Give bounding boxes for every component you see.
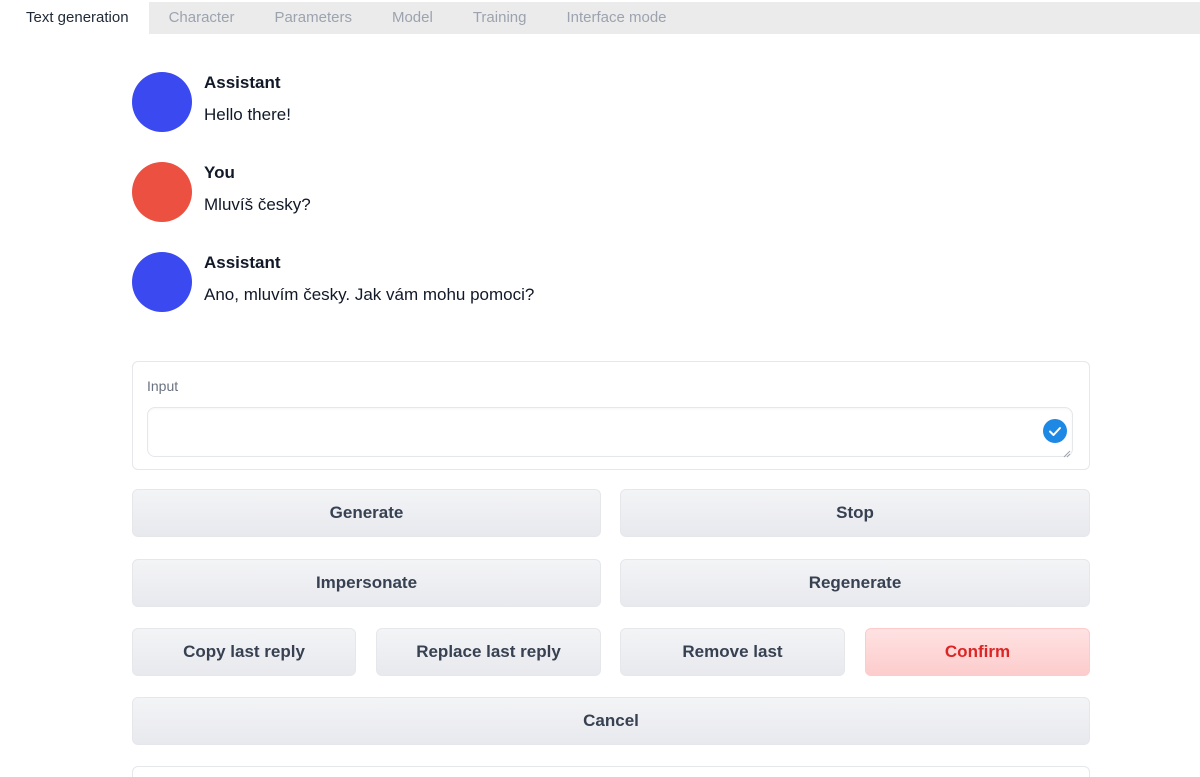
tab-parameters[interactable]: Parameters: [254, 2, 372, 34]
assistant-avatar: [132, 252, 192, 312]
message-author: Assistant: [204, 253, 281, 272]
chat-message: Assistant Ano, mluvím česky. Jak vám moh…: [132, 250, 1090, 340]
user-avatar: [132, 162, 192, 222]
cancel-button[interactable]: Cancel: [132, 697, 1090, 745]
input-panel: Input: [132, 361, 1090, 470]
message-text: Mluvíš česky?: [204, 195, 311, 214]
message-text: Ano, mluvím česky. Jak vám mohu pomoci?: [204, 285, 535, 304]
message-text: Hello there!: [204, 105, 291, 124]
message-author: You: [204, 163, 235, 182]
tab-training[interactable]: Training: [453, 2, 547, 34]
input-label: Input: [147, 378, 179, 394]
generate-button[interactable]: Generate: [132, 489, 601, 537]
chat-history: Assistant Hello there! You Mluvíš česky?…: [132, 70, 1090, 340]
impersonate-button[interactable]: Impersonate: [132, 559, 601, 607]
chat-message: Assistant Hello there!: [132, 70, 1090, 160]
tab-model[interactable]: Model: [372, 2, 453, 34]
tab-text-generation[interactable]: Text generation: [6, 2, 149, 34]
copy-last-reply-button[interactable]: Copy last reply: [132, 628, 356, 676]
chat-message: You Mluvíš česky?: [132, 160, 1090, 250]
tab-interface-mode[interactable]: Interface mode: [546, 2, 686, 34]
confirm-button[interactable]: Confirm: [865, 628, 1090, 676]
tab-bar: Text generation Character Parameters Mod…: [6, 2, 1200, 34]
input-textarea[interactable]: [147, 407, 1073, 457]
regenerate-button[interactable]: Regenerate: [620, 559, 1090, 607]
assistant-avatar: [132, 72, 192, 132]
tab-character[interactable]: Character: [149, 2, 255, 34]
remove-last-button[interactable]: Remove last: [620, 628, 845, 676]
replace-last-reply-button[interactable]: Replace last reply: [376, 628, 601, 676]
message-author: Assistant: [204, 73, 281, 92]
stop-button[interactable]: Stop: [620, 489, 1090, 537]
